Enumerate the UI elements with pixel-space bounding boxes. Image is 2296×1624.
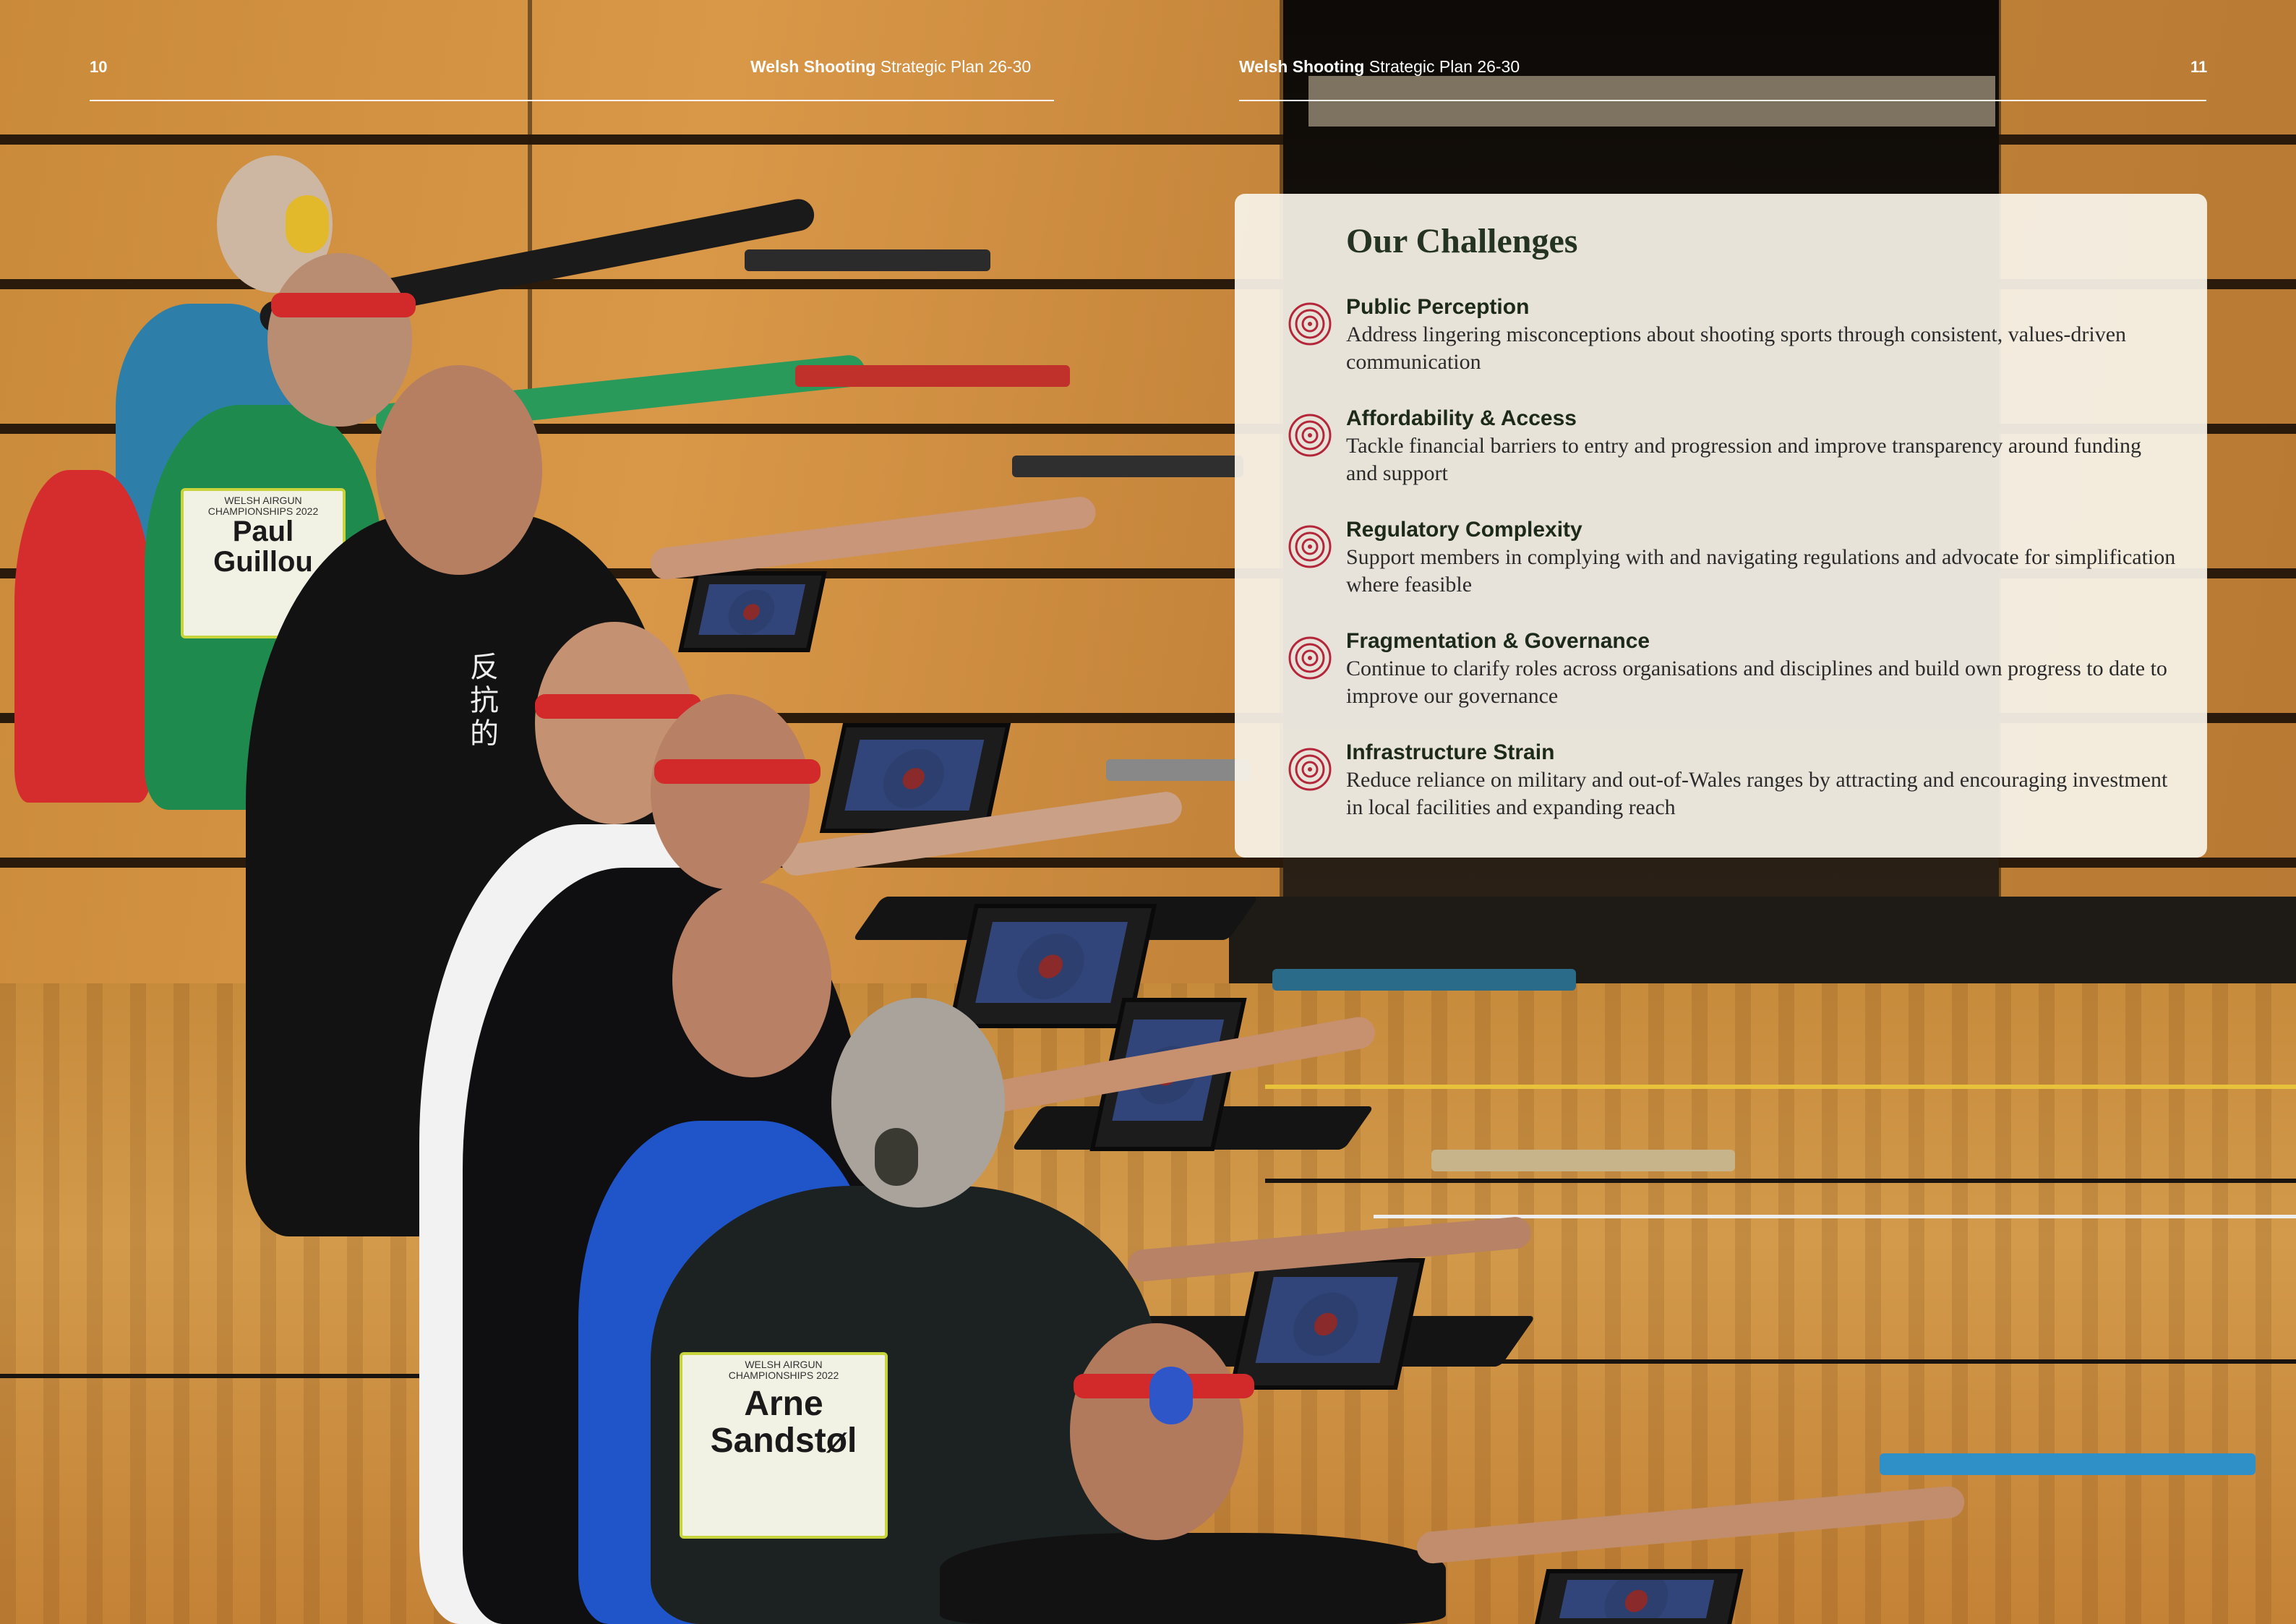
shooter-head [651, 694, 810, 889]
headband [654, 759, 821, 784]
header-rule-left [90, 100, 1054, 101]
header-rule-right [1239, 100, 2206, 101]
pistol [1272, 969, 1576, 991]
pistol [795, 365, 1070, 387]
floor-line [1265, 1085, 2296, 1089]
challenge-body: Continue to clarify roles across organis… [1346, 657, 2167, 708]
target-icon [1288, 748, 1332, 791]
challenge-item: Fragmentation & Governance Continue to c… [1235, 629, 2207, 716]
challenge-heading: Public Perception [1346, 295, 1530, 319]
challenges-panel: Our Challenges Public Perception Address… [1235, 194, 2207, 858]
target-icon [1288, 525, 1332, 568]
pistol [1880, 1453, 2256, 1475]
scoring-monitor [819, 723, 1011, 833]
challenge-body: Support members in complying with and na… [1346, 545, 2176, 597]
earmuff [286, 195, 329, 253]
challenge-heading: Affordability & Access [1346, 406, 1577, 430]
scoring-monitor [1229, 1258, 1426, 1390]
challenge-body: Reduce reliance on military and out-of-W… [1346, 768, 2168, 819]
headband [271, 293, 416, 317]
pistol [745, 249, 990, 271]
earmuff [1149, 1367, 1193, 1424]
pistol [1431, 1150, 1735, 1171]
challenge-heading: Regulatory Complexity [1346, 518, 1582, 542]
headband [535, 694, 701, 719]
doorway-beam [1308, 76, 1995, 127]
target-icon [1288, 636, 1332, 680]
challenge-item: Regulatory Complexity Support members in… [1235, 518, 2207, 604]
running-head-right: Welsh Shooting Strategic Plan 26-30 [1239, 57, 1520, 76]
shooter-head [672, 882, 831, 1077]
shooter-head [376, 365, 542, 575]
earmuff [875, 1128, 918, 1186]
shirt-text: 反抗的 [470, 651, 499, 751]
shooter-head [1070, 1323, 1243, 1540]
floor-line [1265, 1179, 2296, 1183]
challenge-body: Address lingering misconceptions about s… [1346, 322, 2127, 374]
page-number-right: 11 [2190, 58, 2208, 76]
competitor-bib: WELSH AIRGUN CHAMPIONSHIPS 2022 Arne San… [680, 1352, 888, 1539]
shooter-body [940, 1533, 1446, 1624]
challenge-body: Tackle financial barriers to entry and p… [1346, 434, 2142, 485]
shooter-body [14, 470, 152, 803]
pistol [1106, 759, 1251, 781]
challenge-item: Affordability & Access Tackle financial … [1235, 406, 2207, 493]
challenge-heading: Fragmentation & Governance [1346, 629, 1650, 653]
shooter-head [831, 998, 1005, 1208]
target-icon [1288, 302, 1332, 346]
shooter-head [267, 253, 412, 427]
scoring-monitor [678, 571, 827, 652]
challenges-title: Our Challenges [1346, 222, 1578, 260]
challenge-item: Infrastructure Strain Reduce reliance on… [1235, 740, 2207, 827]
scoring-monitor [1533, 1569, 1744, 1624]
pistol [1012, 456, 1243, 477]
challenge-heading: Infrastructure Strain [1346, 740, 1555, 764]
running-head-left: Welsh Shooting Strategic Plan 26-30 [750, 57, 1032, 76]
page-number-left: 10 [90, 58, 108, 76]
target-icon [1288, 414, 1332, 457]
challenge-item: Public Perception Address lingering misc… [1235, 295, 2207, 382]
